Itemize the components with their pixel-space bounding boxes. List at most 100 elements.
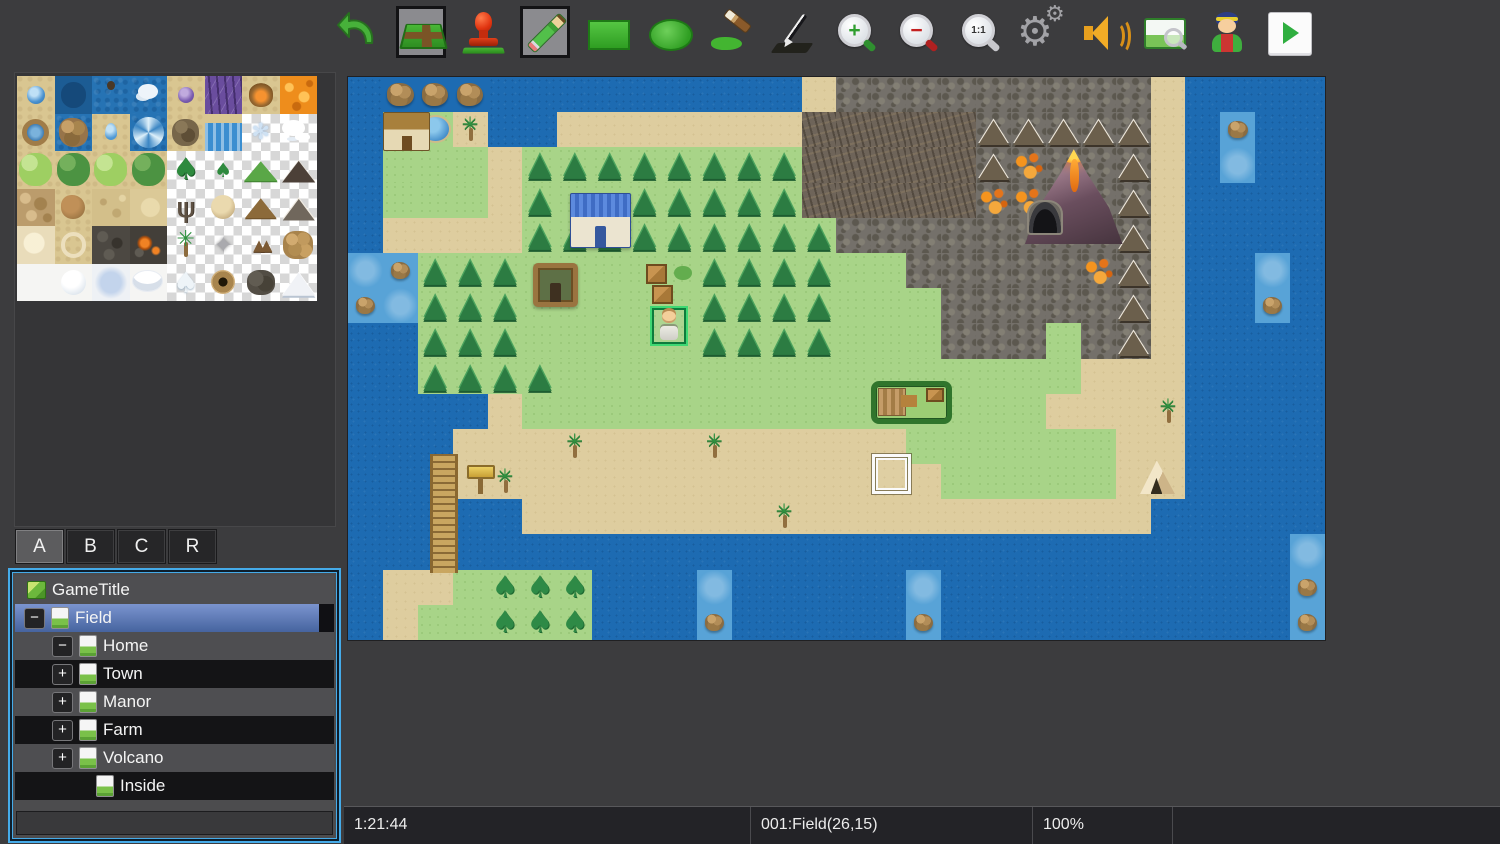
- map-tile-dead-forest[interactable]: [836, 112, 872, 148]
- map-tree-item-farm[interactable]: + Farm: [15, 716, 334, 744]
- palette-tile-tree-dead[interactable]: [167, 188, 205, 226]
- map-tile-sand[interactable]: [836, 499, 872, 535]
- map-tile-pine-tree[interactable]: [731, 288, 767, 324]
- map-tile-sand[interactable]: [1115, 393, 1151, 429]
- palette-tile-sand-hole[interactable]: [204, 263, 242, 301]
- map-tile-grass[interactable]: [906, 323, 942, 359]
- map-tile-dead-forest[interactable]: [906, 182, 942, 218]
- map-tile-rocky-ground[interactable]: [941, 77, 977, 113]
- map-tile-mountain[interactable]: [1080, 112, 1116, 148]
- map-tile-sand[interactable]: [696, 464, 732, 500]
- map-tree-item-manor[interactable]: + Manor: [15, 688, 334, 716]
- map-tile-pine-tree[interactable]: [417, 358, 453, 394]
- palette-tile-sand-plain[interactable]: [129, 188, 167, 226]
- map-tile-grass[interactable]: [871, 323, 907, 359]
- map-tile-rocky-ground[interactable]: [1080, 288, 1116, 324]
- map-tile-sand[interactable]: [976, 499, 1011, 535]
- map-tile-dead-forest[interactable]: [836, 147, 872, 183]
- map-tile-grass[interactable]: [836, 288, 872, 324]
- map-tile-grass[interactable]: [731, 358, 767, 394]
- map-tile-dead-forest[interactable]: [836, 182, 872, 218]
- map-tile-deep-water[interactable]: [1185, 182, 1221, 218]
- map-tile-pine-tree[interactable]: [522, 147, 558, 183]
- map-tile-deep-water[interactable]: [1150, 499, 1186, 535]
- map-fort[interactable]: [532, 263, 579, 308]
- map-tile-pine-tree[interactable]: [696, 147, 732, 183]
- map-tile-deep-water[interactable]: [1290, 428, 1325, 465]
- map-tile-sand[interactable]: [1150, 112, 1186, 148]
- map-tile-grass[interactable]: [382, 147, 418, 183]
- map-tile-rocky-ground[interactable]: [1010, 288, 1046, 324]
- map-tile-deep-water[interactable]: [348, 147, 383, 183]
- map-tile-deep-water[interactable]: [1290, 77, 1325, 113]
- map-tile-pine-tree[interactable]: [696, 323, 732, 359]
- palette-tile-rocks-lava[interactable]: [129, 226, 167, 264]
- map-tile-deep-water[interactable]: [1185, 428, 1221, 465]
- map-tile-deep-water[interactable]: [522, 112, 558, 148]
- palette-tile-snow-mound[interactable]: [54, 263, 92, 301]
- map-tile-shallow-water[interactable]: [906, 569, 942, 605]
- map-tile-sand[interactable]: [662, 499, 697, 535]
- map-tile-rocks-in-shallow[interactable]: [906, 604, 942, 640]
- map-tile-deep-water[interactable]: [1045, 604, 1081, 640]
- map-tile-grass[interactable]: [417, 182, 453, 218]
- map-tile-palm-tree[interactable]: [557, 428, 593, 465]
- map-tile-sand[interactable]: [1045, 393, 1081, 429]
- map-tile-sand[interactable]: [836, 464, 872, 500]
- map-tile-rocks-in-shallow[interactable]: [1220, 112, 1256, 148]
- palette-tile-tree-snow[interactable]: [167, 263, 205, 301]
- map-tile-dead-forest[interactable]: [871, 182, 907, 218]
- map-tile-deep-water[interactable]: [1185, 534, 1221, 570]
- map-tile-grass[interactable]: [557, 358, 593, 394]
- map-sign[interactable]: [466, 462, 495, 494]
- map-tile-rocky-ground[interactable]: [1045, 252, 1081, 289]
- map-tile-deep-water[interactable]: [452, 393, 488, 429]
- map-tile-rocky-ground[interactable]: [836, 77, 872, 113]
- map-tile-rocks-in-water[interactable]: [382, 77, 418, 113]
- map-tile-pine-tree[interactable]: [627, 147, 663, 183]
- palette-tile-sand-pale[interactable]: [17, 226, 55, 264]
- map-farm[interactable]: [871, 381, 952, 424]
- map-tile-mountain[interactable]: [1115, 323, 1151, 359]
- map-tile-deep-water[interactable]: [801, 604, 837, 640]
- map-tile-deep-water[interactable]: [348, 428, 383, 465]
- map-tile-deep-water[interactable]: [1150, 604, 1186, 640]
- map-tile-deep-water[interactable]: [1010, 604, 1046, 640]
- map-tile-pine-tree[interactable]: [557, 147, 593, 183]
- map-tile-grass[interactable]: [592, 358, 628, 394]
- map-tile-deep-water[interactable]: [382, 323, 418, 359]
- map-tile-deep-water[interactable]: [662, 604, 697, 640]
- map-tile-grass[interactable]: [627, 393, 663, 429]
- map-tile-pine-tree[interactable]: [452, 288, 488, 324]
- map-tile-sand[interactable]: [1150, 182, 1186, 218]
- palette-tile-purple-trees[interactable]: [204, 76, 242, 114]
- map-tile-sand[interactable]: [1150, 217, 1186, 253]
- palette-tile-mountain-dark[interactable]: [279, 151, 317, 189]
- map-tile-deep-water[interactable]: [1220, 323, 1256, 359]
- map-tile-grass[interactable]: [1010, 393, 1046, 429]
- palette-tile-rocks-dark2[interactable]: [242, 263, 280, 301]
- map-tile-deep-water[interactable]: [662, 569, 697, 605]
- map-tile-shallow-water[interactable]: [1220, 147, 1256, 183]
- map-tile-rocky-ground[interactable]: [1115, 77, 1151, 113]
- map-tile-deep-water[interactable]: [766, 604, 802, 640]
- map-tile-deep-water[interactable]: [1185, 499, 1221, 535]
- map-tile-deep-water[interactable]: [1255, 393, 1291, 429]
- palette-tile-snow-flake[interactable]: [242, 113, 280, 151]
- map-tile-leafy-tree[interactable]: [522, 569, 558, 605]
- map-tile-sand[interactable]: [731, 499, 767, 535]
- palette-tab-a[interactable]: A: [15, 529, 64, 564]
- map-tile-sand[interactable]: [1080, 393, 1116, 429]
- map-tile-deep-water[interactable]: [1080, 569, 1116, 605]
- map-tile-deep-water[interactable]: [1255, 604, 1291, 640]
- map-tile-mountain[interactable]: [1115, 288, 1151, 324]
- map-tile-deep-water[interactable]: [487, 499, 523, 535]
- map-tile-lava[interactable]: [1010, 147, 1046, 183]
- sound-test-button[interactable]: [1078, 6, 1131, 60]
- map-tile-deep-water[interactable]: [801, 534, 837, 570]
- map-tile-rocks-in-shallow[interactable]: [1255, 288, 1291, 324]
- map-tile-rocky-ground[interactable]: [1010, 323, 1046, 359]
- palette-tile-water-dark[interactable]: [54, 76, 92, 114]
- map-tree-item-volcano[interactable]: + Volcano: [15, 744, 334, 772]
- map-tree-item-gametitle[interactable]: GameTitle: [15, 576, 334, 604]
